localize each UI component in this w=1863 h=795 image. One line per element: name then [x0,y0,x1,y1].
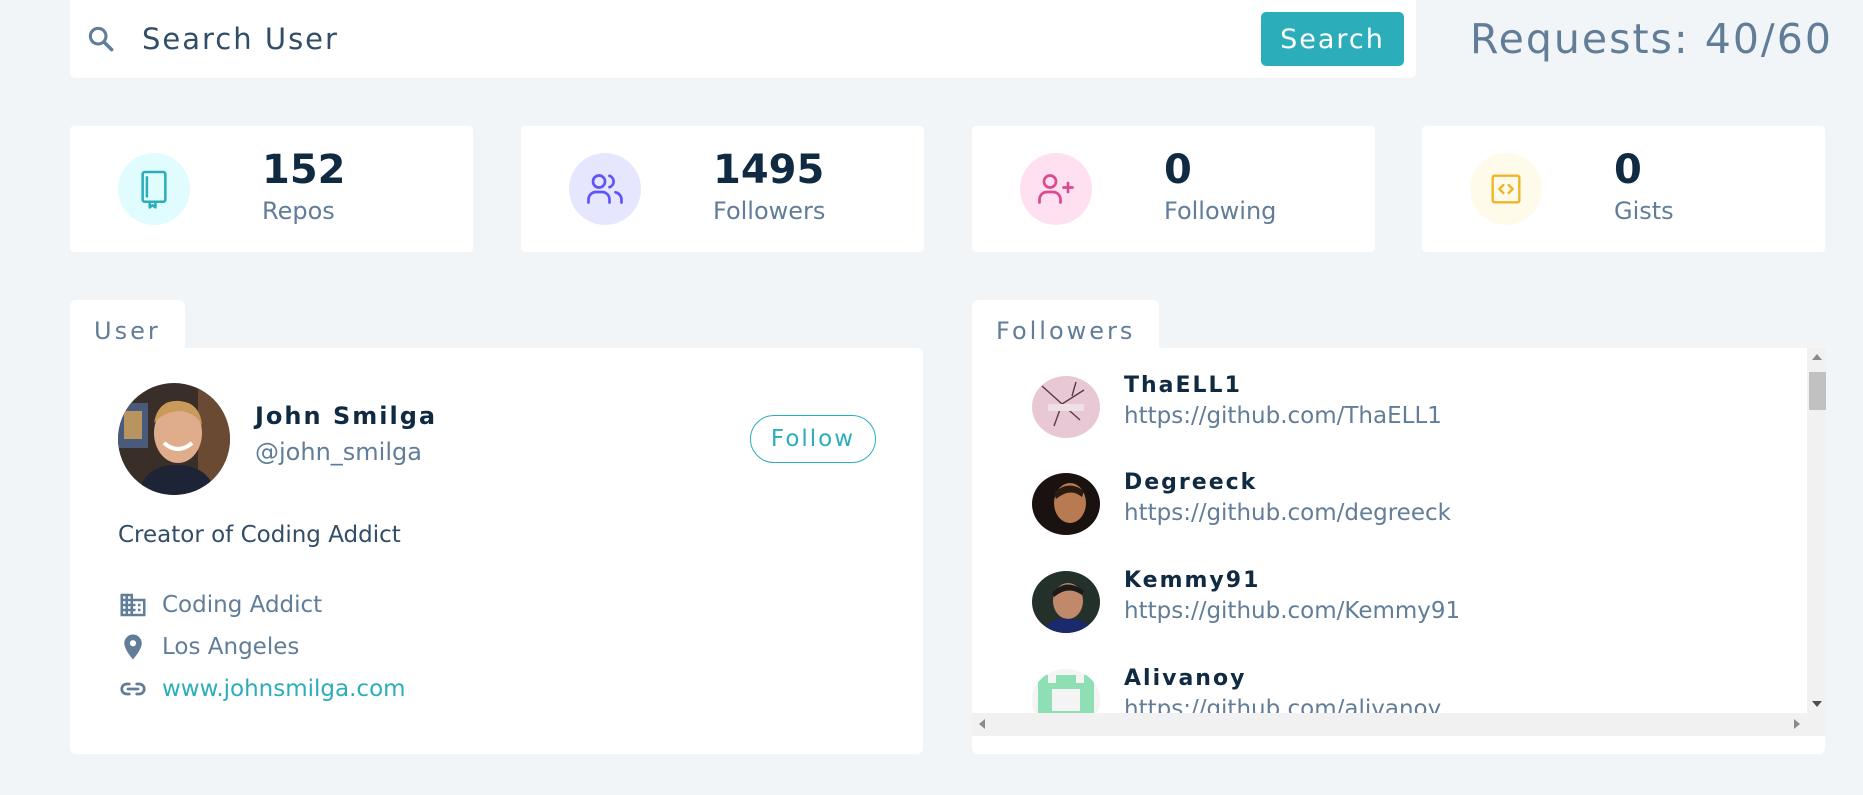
follower-login: Degreeck [1124,470,1258,495]
vertical-scrollbar[interactable] [1807,348,1826,713]
follower-login: ThaELL1 [1124,373,1242,398]
followers-list[interactable]: ThaELL1 https://github.com/ThaELL1 Degre… [972,348,1807,713]
repos-icon-circle [118,153,190,225]
requests-counter: Requests: 40/60 [1470,15,1833,63]
user-card: John Smilga @john_smilga Follow Creator … [70,348,923,754]
company-row: Coding Addict [118,588,322,622]
book-icon [141,170,167,209]
repos-label: Repos [262,197,335,225]
users-icon [587,174,623,204]
repos-count: 152 [262,147,346,193]
user-name: John Smilga [255,402,438,430]
stat-card-followers: 1495 Followers [521,126,924,252]
search-input[interactable] [138,16,1322,62]
follower-login: Alivanoy [1124,666,1247,691]
user-tab: User [70,300,185,350]
search-form: Search [70,0,1416,78]
stat-card-following: 0 Following [972,126,1375,252]
blog-link[interactable]: www.johnsmilga.com [162,676,406,702]
search-button[interactable]: Search [1261,12,1404,66]
follower-avatar [1032,669,1100,713]
following-label: Following [1164,197,1277,225]
followers-count: 1495 [713,147,825,193]
scroll-right-arrow-icon[interactable] [1794,719,1800,729]
gists-count: 0 [1614,147,1642,193]
scrollbar-thumb[interactable] [1809,372,1826,410]
followers-card: ThaELL1 https://github.com/ThaELL1 Degre… [972,348,1826,754]
following-icon-circle [1020,153,1092,225]
search-icon [88,26,114,52]
follower-login: Kemmy91 [1124,568,1261,593]
avatar [118,383,230,495]
company-text: Coding Addict [162,592,323,618]
link-icon [120,682,146,696]
user-bio: Creator of Coding Addict [118,522,401,548]
location-row: Los Angeles [118,630,299,664]
blog-row: www.johnsmilga.com [118,672,406,706]
user-handle: @john_smilga [255,438,422,466]
gists-label: Gists [1614,197,1674,225]
user-plus-icon [1038,174,1074,204]
building-icon [120,593,146,617]
follower-avatar [1032,376,1100,438]
horizontal-scrollbar[interactable] [972,713,1826,736]
follow-button[interactable]: Follow [750,415,876,463]
follower-avatar [1032,473,1100,535]
stat-card-repos: 152 Repos [70,126,473,252]
gists-icon-circle [1470,153,1542,225]
follower-url: https://github.com/ThaELL1 [1124,403,1442,429]
follower-url: https://github.com/Kemmy91 [1124,598,1461,624]
code-icon [1491,174,1521,204]
scroll-down-arrow-icon[interactable] [1812,701,1822,707]
follower-url: https://github.com/degreeck [1124,500,1451,526]
location-pin-icon [124,634,142,660]
followers-icon-circle [569,153,641,225]
follower-avatar [1032,571,1100,633]
followers-tab: Followers [972,300,1160,350]
following-count: 0 [1164,147,1192,193]
scroll-left-arrow-icon[interactable] [979,719,985,729]
follower-url: https://github.com/alivanoy [1124,696,1442,713]
scroll-up-arrow-icon[interactable] [1812,354,1822,360]
followers-label: Followers [713,197,826,225]
location-text: Los Angeles [162,634,300,660]
stat-card-gists: 0 Gists [1422,126,1825,252]
